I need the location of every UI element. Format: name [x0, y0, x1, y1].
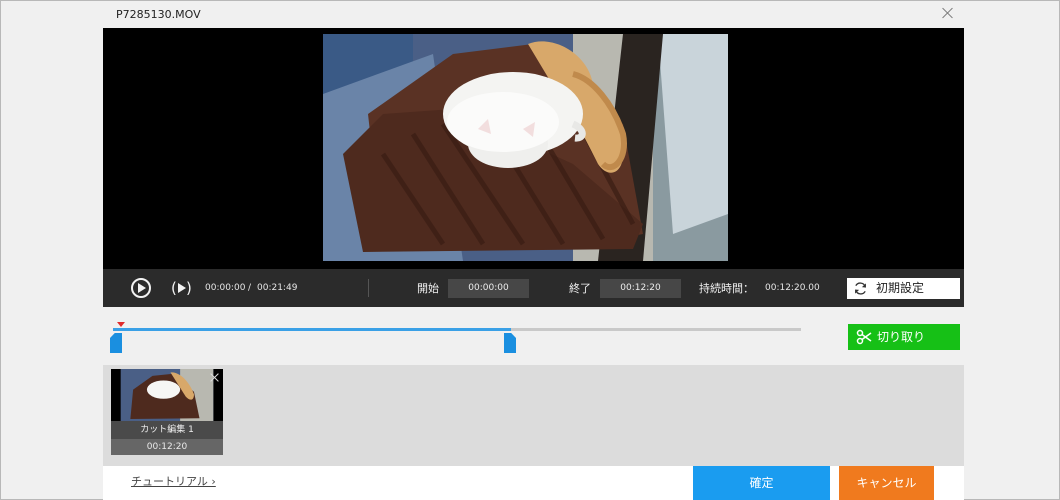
cut-label: 切り取り: [877, 330, 926, 344]
clip-name: カット編集 1: [111, 421, 223, 439]
current-time: 00:00:00: [205, 283, 246, 293]
total-time: 00:21:49: [257, 283, 298, 293]
title-bar: P7285130.MOV: [1, 1, 1059, 27]
trim-dialog: P7285130.MOV () 00:00:00 / 00:21:49 開始 …: [0, 0, 1060, 500]
clip-duration: 00:12:20: [111, 439, 223, 455]
playhead-marker[interactable]: [117, 322, 125, 327]
cut-button[interactable]: 切り取り: [848, 324, 960, 350]
play-icon[interactable]: [131, 278, 151, 298]
close-icon[interactable]: [209, 372, 220, 383]
tutorial-link[interactable]: チュートリアル ›: [131, 473, 216, 489]
start-time-input[interactable]: 00:00:00: [448, 279, 529, 298]
refresh-icon: [855, 282, 866, 295]
duration-value: 00:12:20.00: [765, 283, 820, 293]
end-label: 終了: [569, 282, 591, 295]
trim-end-handle[interactable]: [504, 333, 516, 353]
trim-timeline[interactable]: 切り取り: [103, 307, 964, 365]
dialog-footer: チュートリアル › 確定 キャンセル: [103, 466, 964, 500]
video-preview[interactable]: [103, 28, 964, 269]
end-time-input[interactable]: 00:12:20: [600, 279, 681, 298]
trim-start-handle[interactable]: [110, 333, 122, 353]
cancel-button[interactable]: キャンセル: [839, 466, 934, 500]
reset-button[interactable]: 初期設定: [847, 278, 960, 299]
timeline-selection: [113, 328, 511, 331]
divider: [368, 279, 369, 297]
video-frame: [323, 34, 728, 261]
time-separator: /: [248, 283, 252, 293]
scissors-icon: [856, 329, 872, 345]
clip-item[interactable]: カット編集 1 00:12:20: [111, 369, 223, 455]
step-forward-icon[interactable]: ( ): [171, 278, 193, 298]
start-label: 開始: [417, 282, 439, 295]
close-icon[interactable]: [940, 5, 956, 21]
clip-thumbnail-image: [111, 369, 223, 421]
reset-label: 初期設定: [876, 281, 925, 295]
playback-control-bar: ( ) 00:00:00 / 00:21:49 開始 00:00:00 終了 0…: [103, 269, 964, 307]
window-title: P7285130.MOV: [116, 8, 201, 21]
cat-video-image: [323, 34, 728, 261]
clip-list: カット編集 1 00:12:20: [103, 365, 964, 466]
clip-thumbnail: [111, 369, 223, 421]
duration-label: 持続時間：: [699, 282, 754, 295]
confirm-button[interactable]: 確定: [693, 466, 830, 500]
